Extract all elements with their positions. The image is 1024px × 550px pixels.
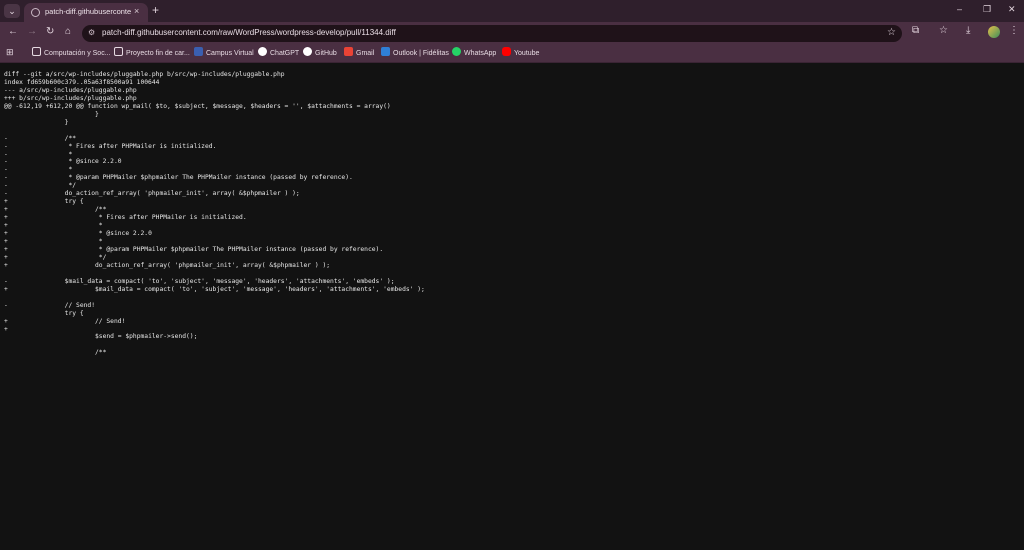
diff-line: @@ -612,19 +612,20 @@ function wp_mail( … [4, 102, 391, 110]
bookmark-star-icon[interactable]: ☆ [887, 27, 896, 38]
back-button[interactable]: ← [8, 26, 18, 37]
bookmarks-list-icon[interactable]: ☆ [939, 25, 948, 36]
gmail-icon [344, 47, 353, 56]
bookmark-item[interactable]: WhatsApp [452, 47, 496, 59]
diff-line: + // Send! [4, 317, 126, 325]
tab-favicon-icon [31, 8, 40, 17]
maximize-button[interactable]: ❐ [983, 4, 991, 15]
diff-line [4, 270, 8, 277]
address-bar[interactable]: ⚙ patch-diff.githubusercontent.com/raw/W… [82, 25, 902, 42]
diff-line: + [4, 325, 8, 333]
diff-line: - $mail_data = compact( 'to', 'subject',… [4, 277, 395, 285]
diff-line: try { [4, 309, 84, 317]
diff-line: } [4, 118, 69, 126]
campus-icon [194, 47, 203, 56]
diff-line: diff --git a/src/wp-includes/pluggable.p… [4, 71, 285, 78]
chevron-down-icon: ⌄ [8, 6, 16, 16]
extensions-icon[interactable]: ⧉ [912, 25, 919, 36]
diff-line: $send = $phpmailer->send(); [4, 333, 198, 341]
diff-line: + * [4, 238, 103, 246]
bookmark-item[interactable]: GitHub [303, 47, 337, 59]
profile-avatar[interactable] [988, 26, 1000, 38]
diff-line: + $mail_data = compact( 'to', 'subject',… [4, 285, 425, 293]
youtube-icon [502, 47, 511, 56]
diff-line: - * @param PHPMailer $phpmailer The PHPM… [4, 174, 353, 182]
diff-line: - do_action_ref_array( 'phpmailer_init',… [4, 190, 300, 198]
reload-button[interactable]: ↻ [46, 26, 54, 37]
bookmark-item[interactable]: Youtube [502, 47, 539, 59]
bookmarks-bar: ⊞ Computación y Soc... Proyecto fin de c… [0, 44, 1024, 63]
page-content: diff --git a/src/wp-includes/pluggable.p… [0, 64, 1024, 550]
folder-icon [32, 47, 41, 56]
diff-line: + * Fires after PHPMailer is initialized… [4, 214, 247, 222]
address-url[interactable]: patch-diff.githubusercontent.com/raw/Wor… [102, 28, 396, 37]
diff-line: - * [4, 150, 73, 158]
diff-line: --- a/src/wp-includes/pluggable.php [4, 86, 137, 94]
diff-line: + */ [4, 253, 107, 261]
diff-line [4, 294, 8, 301]
tab-title: patch-diff.githubusercontent.co [45, 7, 131, 16]
diff-line [4, 341, 8, 348]
bookmark-item[interactable]: Outlook | Fidélitas [381, 47, 449, 59]
apps-grid-icon[interactable]: ⊞ [6, 47, 14, 58]
tab-strip: ⌄ patch-diff.githubusercontent.co × + – … [0, 0, 1024, 22]
diff-line: + do_action_ref_array( 'phpmailer_init',… [4, 261, 331, 269]
diff-line: - /** [4, 134, 77, 142]
folder-icon [114, 47, 123, 56]
diff-line: + * @param PHPMailer $phpmailer The PHPM… [4, 245, 384, 253]
diff-line: } [4, 110, 99, 118]
diff-line: + try { [4, 198, 84, 206]
diff-line: + * [4, 222, 103, 230]
tab-close-icon[interactable]: × [134, 6, 139, 16]
new-tab-button[interactable]: + [152, 3, 159, 17]
chatgpt-icon [258, 47, 267, 56]
forward-button[interactable]: → [27, 26, 37, 37]
bookmark-item[interactable]: Gmail [344, 47, 374, 59]
github-icon [303, 47, 312, 56]
outlook-icon [381, 47, 390, 56]
browser-toolbar: ← → ↻ ⌂ ⚙ patch-diff.githubusercontent.c… [0, 22, 1024, 44]
diff-line [4, 127, 8, 134]
diff-line: + /** [4, 206, 107, 214]
download-icon[interactable]: ⤓ [966, 25, 970, 36]
diff-line: - * [4, 166, 73, 174]
active-tab[interactable]: patch-diff.githubusercontent.co × [24, 3, 148, 22]
diff-line: /** [4, 349, 107, 357]
diff-line: + * @since 2.2.0 [4, 230, 152, 238]
diff-line: - */ [4, 182, 77, 190]
tab-search-button[interactable]: ⌄ [4, 4, 20, 18]
bookmark-item[interactable]: Proyecto fin de car... [114, 47, 190, 59]
menu-kebab-icon[interactable]: ⋮ [1009, 25, 1019, 36]
diff-line: - * @since 2.2.0 [4, 158, 122, 166]
diff-line: index fd659b600c379..05a63f8500a91 10064… [4, 78, 160, 86]
minimize-button[interactable]: – [957, 4, 962, 14]
diff-text: diff --git a/src/wp-includes/pluggable.p… [0, 64, 1024, 357]
close-window-button[interactable]: ✕ [1008, 4, 1016, 15]
home-button[interactable]: ⌂ [65, 26, 71, 37]
bookmark-item[interactable]: Campus Virtual [194, 47, 254, 59]
whatsapp-icon [452, 47, 461, 56]
bookmark-item[interactable]: ChatGPT [258, 47, 299, 59]
bookmark-item[interactable]: Computación y Soc... [32, 47, 111, 59]
diff-line: +++ b/src/wp-includes/pluggable.php [4, 94, 137, 102]
site-info-icon[interactable]: ⚙ [88, 28, 95, 37]
diff-line: - // Send! [4, 301, 96, 309]
diff-line: - * Fires after PHPMailer is initialized… [4, 142, 217, 150]
